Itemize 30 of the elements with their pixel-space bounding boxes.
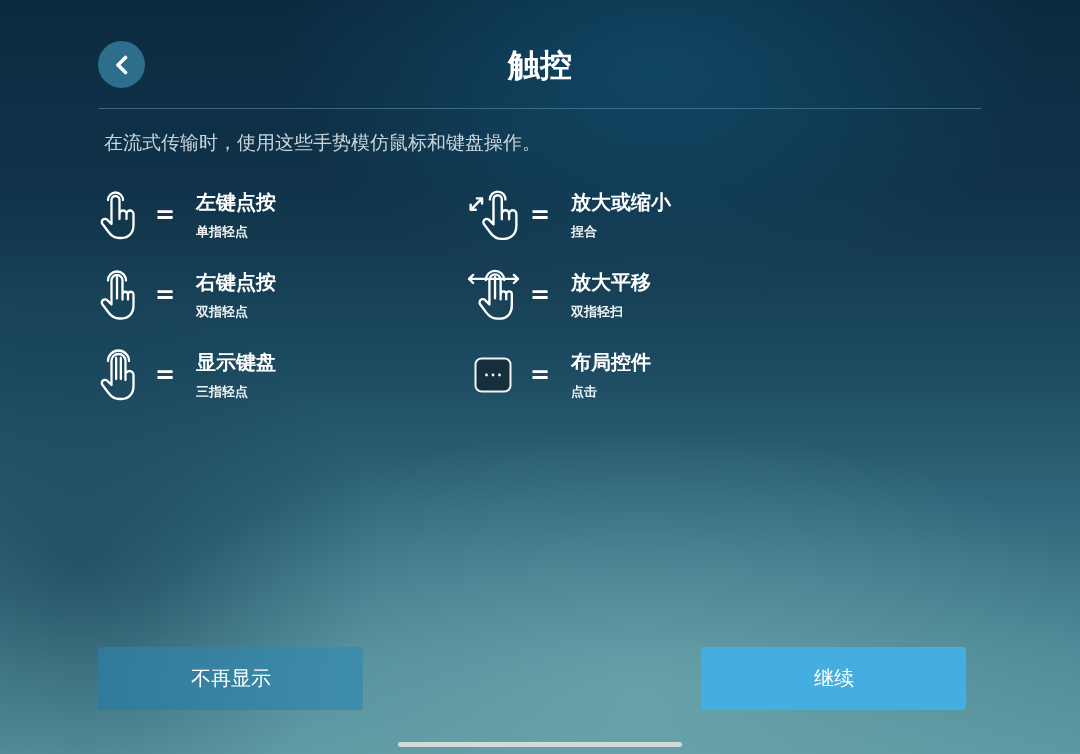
equals-sign: = — [530, 361, 550, 389]
page-title: 触控 — [507, 44, 572, 85]
hand-diagonal-arrow-icon — [466, 189, 520, 241]
gesture-label: 双指轻扫 — [571, 304, 623, 320]
gesture-label: 双指轻点 — [196, 304, 248, 320]
two-finger-hand-icon — [100, 269, 136, 321]
action-label: 右键点按 — [196, 270, 276, 294]
description-text: 在流式传输时，使用这些手势模仿鼠标和键盘操作。 — [104, 130, 541, 155]
hand-horizontal-arrow-icon — [466, 269, 520, 321]
equals-sign: = — [530, 281, 550, 309]
gesture-label: 三指轻点 — [196, 384, 248, 400]
three-finger-hand-icon — [100, 349, 136, 401]
action-label: 放大平移 — [571, 270, 651, 294]
back-button[interactable] — [98, 41, 145, 88]
action-label: 左键点按 — [196, 190, 276, 214]
equals-sign: = — [530, 201, 550, 229]
dont-show-again-button[interactable]: 不再显示 — [98, 647, 363, 710]
gesture-label: 单指轻点 — [196, 224, 248, 240]
equals-sign: = — [155, 201, 175, 229]
equals-sign: = — [155, 281, 175, 309]
action-label: 布局控件 — [571, 350, 651, 374]
equals-sign: = — [155, 361, 175, 389]
action-label: 显示键盘 — [196, 350, 276, 374]
ellipsis-square-icon — [474, 357, 512, 393]
gesture-label: 点击 — [571, 384, 597, 400]
continue-button[interactable]: 继续 — [701, 647, 966, 710]
pointing-hand-icon — [100, 190, 136, 240]
gesture-label: 捏合 — [571, 224, 597, 240]
chevron-left-icon — [115, 54, 128, 75]
action-label: 放大或缩小 — [571, 190, 671, 214]
